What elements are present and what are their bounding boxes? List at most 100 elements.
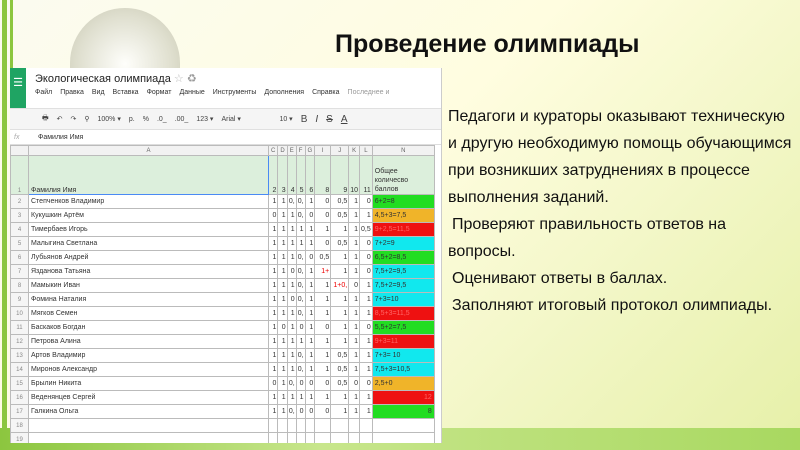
cell[interactable]: 1 — [267, 292, 279, 307]
cell[interactable]: 1 — [286, 306, 297, 321]
cell[interactable]: 1 — [348, 348, 361, 363]
cell[interactable]: 1 — [359, 362, 373, 377]
cell[interactable]: 1 — [277, 278, 288, 293]
cell[interactable]: 1 — [314, 222, 332, 237]
row-number[interactable]: 1 — [10, 155, 29, 195]
cell[interactable]: 1 — [295, 236, 306, 251]
row-number[interactable]: 9 — [10, 292, 29, 307]
cell[interactable]: 0 — [286, 264, 297, 279]
cell[interactable] — [295, 432, 306, 443]
cell[interactable]: 1 — [286, 236, 297, 251]
column-header[interactable]: A — [28, 145, 269, 156]
cell[interactable]: 1 — [277, 250, 288, 265]
total-score-cell[interactable]: 8 — [371, 404, 435, 419]
cell[interactable]: 1 — [267, 306, 279, 321]
cell[interactable]: Степченков Владимир — [28, 194, 269, 209]
cell[interactable]: 0 — [359, 376, 373, 391]
cell[interactable]: 1 — [359, 390, 373, 405]
cell[interactable]: 0,5 — [359, 222, 373, 237]
row-number[interactable]: 2 — [10, 194, 29, 209]
cell[interactable]: 1 — [330, 334, 350, 349]
increase-decimal-button[interactable]: .00_ — [175, 116, 189, 123]
total-score-cell[interactable]: 6,5+2=8,5 — [371, 250, 435, 265]
cell[interactable]: 1 — [277, 264, 288, 279]
row-number[interactable]: 17 — [10, 404, 29, 419]
column-header[interactable]: N — [371, 145, 435, 156]
font-select[interactable]: Arial ▾ — [221, 115, 271, 123]
paint-format-icon[interactable]: ⚲ — [84, 115, 89, 123]
cell[interactable] — [314, 432, 332, 443]
header-cell[interactable]: 10 — [348, 155, 361, 195]
cell[interactable]: 1 — [267, 222, 279, 237]
total-score-cell[interactable]: 9+3=11 — [371, 334, 435, 349]
zoom-select[interactable]: 100% ▾ — [98, 115, 121, 123]
cell[interactable]: 1 — [277, 404, 288, 419]
total-score-cell[interactable]: 7,5+3=10,5 — [371, 362, 435, 377]
cell[interactable]: 0 — [295, 320, 306, 335]
cell[interactable]: Кукушкин Артём — [28, 208, 269, 223]
cell[interactable]: 1 — [304, 320, 316, 335]
cell[interactable]: Фомина Наталия — [28, 292, 269, 307]
cell[interactable]: 1 — [295, 222, 306, 237]
cell[interactable]: 0 — [314, 320, 332, 335]
menu-item[interactable]: Последнее и — [348, 89, 390, 96]
cell[interactable]: Баскаков Богдан — [28, 320, 269, 335]
cell[interactable] — [348, 418, 361, 433]
cell[interactable]: 0 — [348, 376, 361, 391]
cell[interactable]: 1 — [277, 334, 288, 349]
cell[interactable]: 1 — [359, 208, 373, 223]
cell[interactable]: 1 — [286, 222, 297, 237]
menu-item[interactable]: Правка — [60, 89, 84, 96]
column-header[interactable]: J — [330, 145, 350, 156]
cell[interactable]: Язданова Татьяна — [28, 264, 269, 279]
undo-icon[interactable]: ↶ — [57, 115, 63, 123]
cell[interactable]: 1 — [267, 236, 279, 251]
cell[interactable]: 0, — [295, 306, 306, 321]
cell[interactable] — [371, 418, 435, 433]
cell[interactable]: 1 — [277, 306, 288, 321]
cell[interactable]: 1 — [277, 292, 288, 307]
header-cell[interactable]: 11 — [359, 155, 373, 195]
column-header[interactable]: F — [295, 145, 306, 156]
cell[interactable] — [28, 432, 269, 443]
cell[interactable]: 1 — [304, 264, 316, 279]
cell[interactable]: 1 — [330, 404, 350, 419]
cell[interactable]: 1 — [314, 390, 332, 405]
cell[interactable]: 1 — [295, 334, 306, 349]
header-cell[interactable]: 2 — [267, 155, 279, 195]
cell[interactable]: Лубьянов Андрей — [28, 250, 269, 265]
menu-item[interactable]: Вид — [92, 89, 105, 96]
redo-icon[interactable]: ↷ — [70, 115, 76, 123]
cell[interactable]: 1 — [330, 320, 350, 335]
cell[interactable]: 0 — [295, 376, 306, 391]
cell[interactable]: 1 — [348, 208, 361, 223]
cell[interactable]: 1 — [348, 320, 361, 335]
formula-input[interactable]: Фамилия Имя — [38, 134, 83, 141]
cell[interactable] — [295, 418, 306, 433]
cell[interactable]: 1 — [286, 278, 297, 293]
document-title[interactable]: Экологическая олимпиада — [35, 73, 171, 85]
cell[interactable]: 1 — [277, 222, 288, 237]
row-number[interactable]: 15 — [10, 376, 29, 391]
cell[interactable]: 1 — [348, 250, 361, 265]
total-score-cell[interactable]: 5,5+2=7,5 — [371, 320, 435, 335]
cell[interactable]: Мамыкин Иван — [28, 278, 269, 293]
row-number[interactable]: 10 — [10, 306, 29, 321]
currency-button[interactable]: р. — [129, 116, 135, 123]
cell[interactable]: 1 — [286, 334, 297, 349]
cell[interactable]: 1 — [330, 264, 350, 279]
italic-button[interactable]: I — [315, 114, 318, 125]
row-number[interactable]: 12 — [10, 334, 29, 349]
cell[interactable]: 1 — [330, 390, 350, 405]
cell[interactable]: Петрова Алина — [28, 334, 269, 349]
total-score-cell[interactable]: 7,5+2=9,5 — [371, 264, 435, 279]
cell[interactable]: 0 — [295, 404, 306, 419]
cell[interactable]: 1 — [314, 348, 332, 363]
cell[interactable]: 0 — [314, 376, 332, 391]
header-cell[interactable]: 4 — [286, 155, 297, 195]
cell[interactable]: 1 — [330, 222, 350, 237]
cell[interactable]: 1 — [286, 390, 297, 405]
cell[interactable]: Малыгина Светлана — [28, 236, 269, 251]
cell[interactable]: 1 — [304, 236, 316, 251]
cell[interactable]: 1 — [286, 362, 297, 377]
